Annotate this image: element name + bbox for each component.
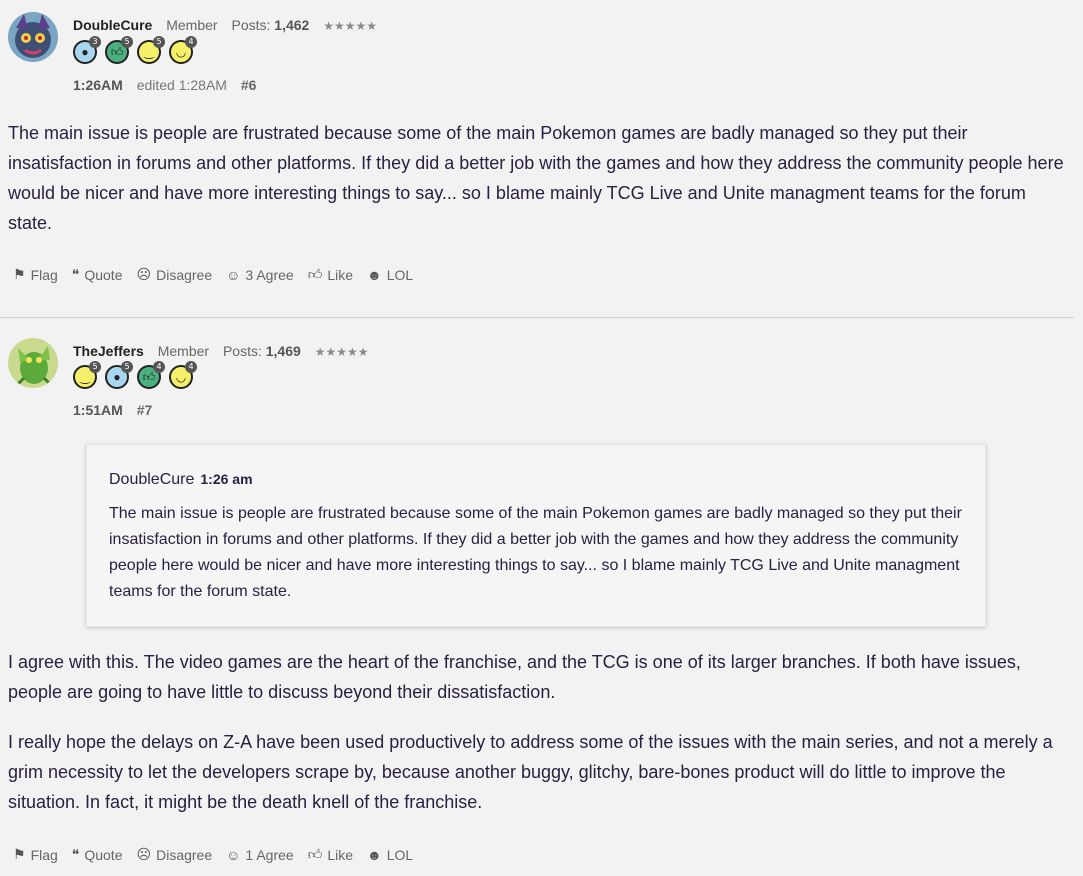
quote-time[interactable]: 1:26 am (200, 471, 252, 487)
reaction-bar: ⚑ Flag ❝ Quote ☹ Disagree ☺ 1 Agree 👍︎ Like ☻… (13, 846, 413, 863)
quote-icon: ❝ (71, 846, 80, 862)
like-button[interactable]: 👍︎ Like (308, 846, 353, 863)
speech-bubble-icon[interactable]: ● 5 (105, 361, 133, 389)
flag-icon: ⚑ (13, 846, 26, 862)
posts-count: 1,462 (274, 17, 310, 33)
post-paragraph: I really hope the delays on Z-A have bee… (8, 732, 1053, 812)
post-time-row: 1:26AM edited 1:28AM #6 (73, 77, 256, 93)
disagree-button[interactable]: ☹ Disagree (136, 846, 212, 863)
reaction-bar: ⚑ Flag ❝ Quote ☹ Disagree ☺ 3 Agree 👍︎ Like ☻… (13, 266, 413, 283)
agree-button[interactable]: ☺ 1 Agree (226, 846, 294, 863)
post-time[interactable]: 1:51AM (73, 402, 123, 418)
like-button[interactable]: 👍︎ Like (308, 266, 353, 283)
thumbs-up-icon[interactable]: 👍︎ 4 (137, 361, 165, 389)
flag-icon: ⚑ (13, 266, 26, 282)
laugh-icon: ☻ (367, 846, 382, 863)
rank-stars: ★★★★★ (323, 19, 378, 33)
post-divider (0, 317, 1074, 318)
post-number[interactable]: #6 (241, 77, 257, 93)
rank-stars: ★★★★★ (314, 345, 369, 359)
laugh-icon[interactable]: ◡ 4 (169, 361, 197, 389)
thumbs-up-icon: 👍︎ (307, 846, 323, 862)
post-body: I agree with this. The video games are t… (8, 647, 1068, 837)
smile-icon: ☺ (226, 266, 241, 283)
agree-button[interactable]: ☺ 3 Agree (226, 266, 294, 283)
lol-button[interactable]: ☻ LOL (367, 846, 413, 863)
author-name[interactable]: DoubleCure (73, 17, 152, 33)
laugh-icon: ☻ (367, 266, 382, 283)
quote-header: DoubleCure 1:26 am (109, 471, 253, 489)
avatar-image-icon (8, 338, 58, 388)
flag-button[interactable]: ⚑ Flag (13, 266, 58, 283)
thumbs-up-icon[interactable]: 👍︎ 5 (105, 36, 133, 64)
post-number[interactable]: #7 (137, 402, 153, 418)
smile-icon[interactable]: ‿ 5 (137, 36, 165, 64)
quote-block: DoubleCure 1:26 am The main issue is peop… (86, 444, 986, 627)
user-role: Member (157, 343, 210, 359)
post-time[interactable]: 1:26AM (73, 77, 123, 93)
disagree-button[interactable]: ☹ Disagree (136, 266, 212, 283)
frown-icon: ☹ (136, 266, 152, 282)
posts-label: Posts: (222, 343, 262, 359)
lol-button[interactable]: ☻ LOL (367, 266, 413, 283)
avatar[interactable] (8, 12, 58, 62)
author-name[interactable]: TheJeffers (73, 343, 144, 359)
post-time-row: 1:51AM #7 (73, 402, 152, 418)
quote-button[interactable]: ❝ Quote (72, 266, 123, 283)
edited-time: edited 1:28AM (136, 77, 227, 93)
quote-icon: ❝ (71, 266, 80, 282)
badge-list: ● 3 👍︎ 5 ‿ 5 ◡ 4 (73, 36, 197, 64)
badge-list: ‿ 5 ● 5 👍︎ 4 ◡ 4 (73, 361, 197, 389)
posts-label: Posts: (231, 17, 271, 33)
post-paragraph: I agree with this. The video games are t… (8, 652, 1021, 702)
flag-button[interactable]: ⚑ Flag (13, 846, 58, 863)
avatar-image-icon (8, 12, 58, 62)
thumbs-up-icon: 👍︎ (307, 266, 323, 282)
laugh-icon[interactable]: ◡ 4 (169, 36, 197, 64)
posts-count: 1,469 (265, 343, 301, 359)
smile-icon[interactable]: ‿ 5 (73, 361, 101, 389)
post-meta: DoubleCure Member Posts: 1,462 ★★★★★ (73, 17, 377, 33)
avatar[interactable] (8, 338, 58, 388)
quote-button[interactable]: ❝ Quote (72, 846, 123, 863)
quote-text: The main issue is people are frustrated … (109, 505, 962, 600)
user-role: Member (166, 17, 218, 33)
speech-bubble-icon[interactable]: ● 3 (73, 36, 101, 64)
frown-icon: ☹ (136, 846, 152, 862)
post-body: The main issue is people are frustrated … (8, 118, 1068, 258)
smile-icon: ☺ (226, 846, 241, 863)
quote-author[interactable]: DoubleCure (109, 471, 194, 488)
post-paragraph: The main issue is people are frustrated … (8, 123, 1064, 233)
post-meta: TheJeffers Member Posts: 1,469 ★★★★★ (73, 343, 368, 359)
